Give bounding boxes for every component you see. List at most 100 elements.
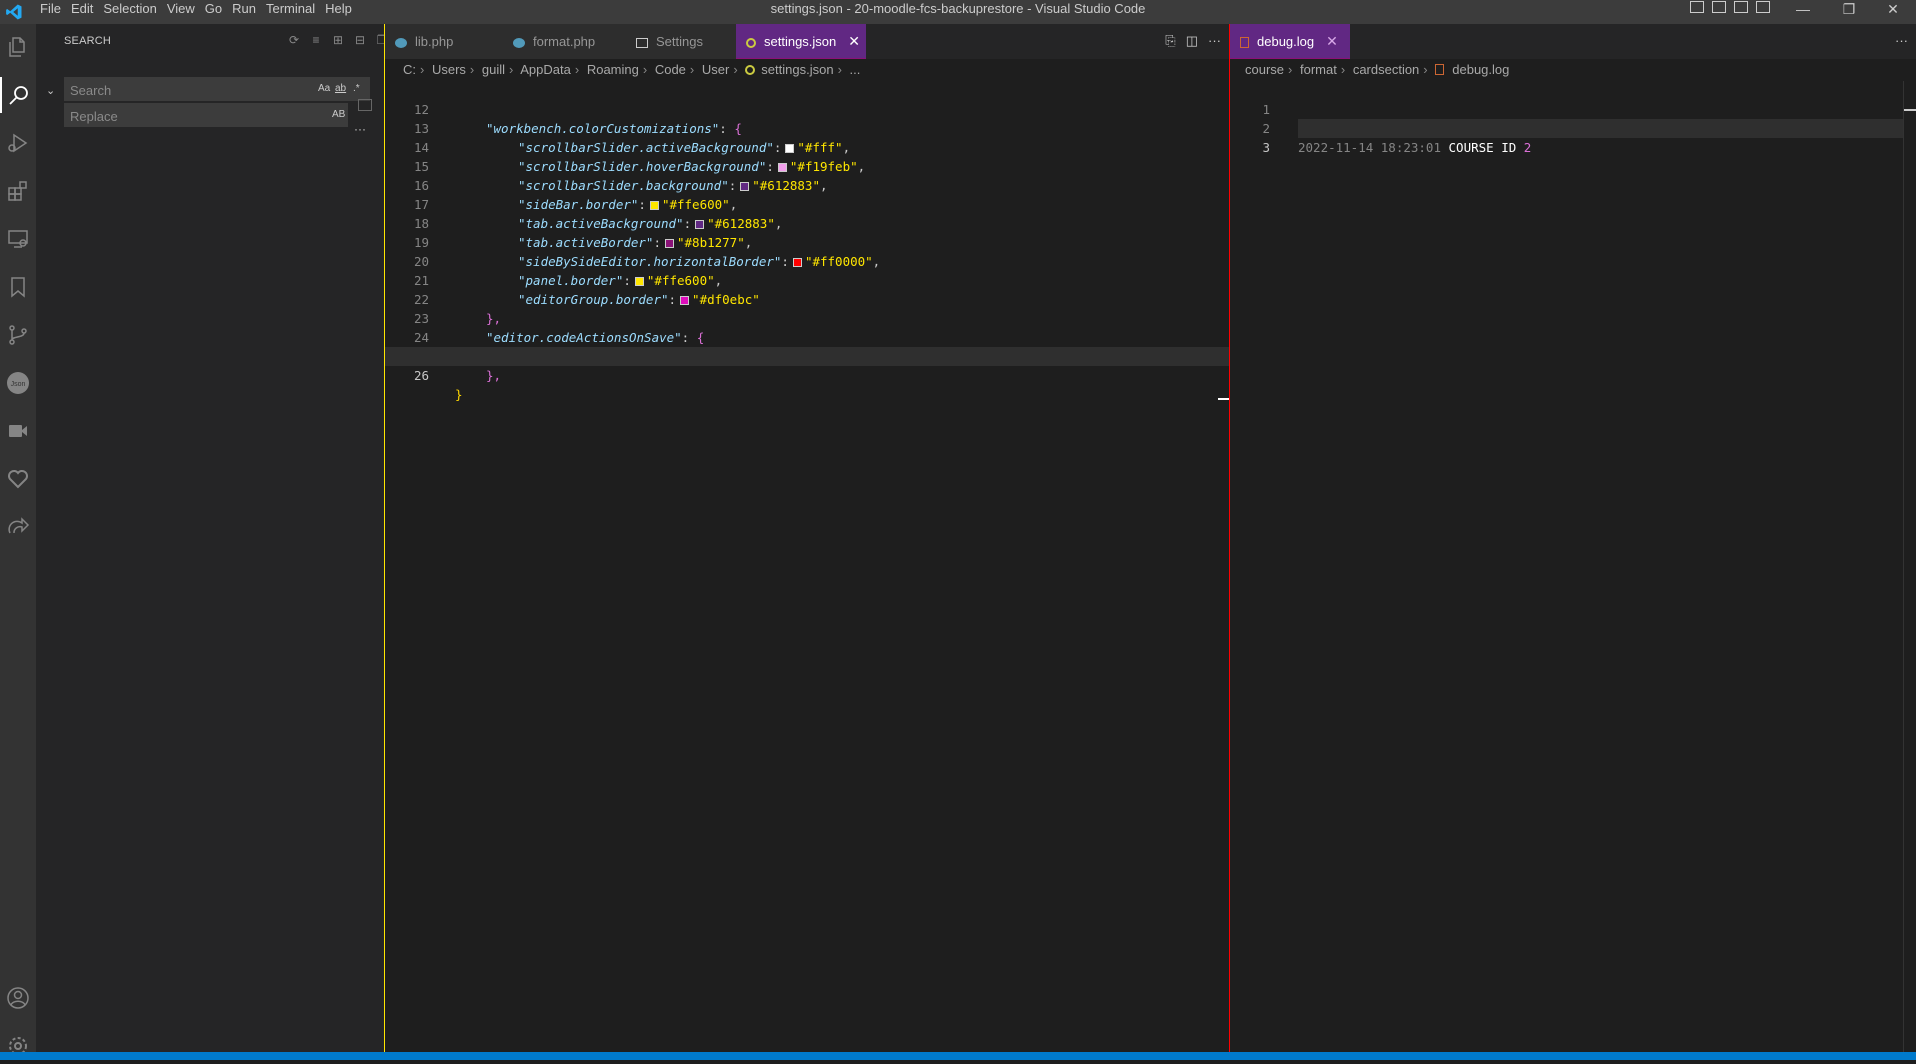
json-file-icon xyxy=(745,65,756,75)
match-whole-word-icon[interactable]: ab xyxy=(335,81,346,97)
remote-explorer-icon[interactable] xyxy=(0,221,36,257)
collapse-all-icon[interactable]: ⊟ xyxy=(352,32,368,48)
restore-button[interactable]: ❐ xyxy=(1826,0,1872,18)
log-timestamp: 2022-11-14 18:23:01 xyxy=(1298,140,1441,155)
close-window-button[interactable]: ✕ xyxy=(1870,0,1916,18)
breadcrumb: course › format › cardsection › debug.log xyxy=(1230,59,1509,81)
menu-file[interactable]: File xyxy=(40,0,69,24)
code-line: 19 "sideBySideEditor.horizontalBorder": "… xyxy=(385,214,1229,269)
menu-go[interactable]: Go xyxy=(205,0,230,24)
chevron-right-icon: › xyxy=(689,62,695,77)
source-control-icon[interactable] xyxy=(0,317,36,353)
php-icon xyxy=(513,37,525,48)
tab-label: debug.log xyxy=(1257,34,1315,49)
search-icon[interactable] xyxy=(0,77,36,113)
close-tab-icon[interactable]: ✕ xyxy=(1326,24,1338,59)
close-tab-icon[interactable]: ✕ xyxy=(848,24,860,59)
code-line: 21 "editorGroup.border": "#df0ebc" xyxy=(385,252,1229,307)
breadcrumb-item[interactable]: debug.log xyxy=(1452,62,1509,77)
breadcrumb-item[interactable]: Roaming xyxy=(587,62,639,77)
open-settings-ui-icon[interactable]: ⎘ xyxy=(1165,33,1175,49)
tab-settings[interactable]: Settings xyxy=(626,24,736,59)
vscode-logo-icon xyxy=(6,4,22,20)
preserve-case-icon[interactable]: AB xyxy=(332,107,345,123)
breadcrumb-item[interactable]: Code xyxy=(655,62,686,77)
more-options-icon[interactable]: ··· xyxy=(354,122,366,136)
editor-actions: ⎘ ◫ ··· xyxy=(1165,33,1221,49)
tab-settings-json[interactable]: settings.json ✕ xyxy=(736,24,866,59)
code-line: 14 "scrollbarSlider.hoverBackground": "#f… xyxy=(385,119,1229,174)
breadcrumb-item[interactable]: C: xyxy=(403,62,416,77)
live-share-icon[interactable] xyxy=(0,509,36,545)
menu-terminal[interactable]: Terminal xyxy=(266,0,323,24)
tab-label: format.php xyxy=(533,34,596,49)
more-actions-icon[interactable]: ··· xyxy=(1208,33,1221,49)
clear-results-icon[interactable]: ≡ xyxy=(308,32,324,48)
breadcrumb-item[interactable]: guill xyxy=(482,62,505,77)
vertical-scrollbar[interactable] xyxy=(1903,81,1916,1052)
breadcrumb-item[interactable]: cardsection xyxy=(1353,62,1419,77)
tab-label: Settings xyxy=(656,34,703,49)
tab-lib-php[interactable]: lib.php xyxy=(385,24,503,59)
heart-icon[interactable] xyxy=(0,461,36,497)
chevron-right-icon: › xyxy=(574,62,580,77)
toggle-sidebar-icon[interactable] xyxy=(1690,1,1704,13)
php-icon xyxy=(395,37,407,48)
bookmarks-icon[interactable] xyxy=(0,269,36,305)
minimize-button[interactable]: — xyxy=(1780,0,1826,18)
replace-input[interactable] xyxy=(64,103,302,129)
code-line: 16 "sideBar.border": "#ffe600", xyxy=(385,157,1229,212)
menu-view[interactable]: View xyxy=(167,0,203,24)
status-bar xyxy=(0,1052,1916,1060)
chevron-right-icon: › xyxy=(1340,62,1346,77)
match-case-icon[interactable]: Aa xyxy=(318,81,330,97)
json-file-icon xyxy=(746,37,756,48)
code-line: 12 "workbench.colorCustomizations": { xyxy=(385,81,1229,136)
video-icon[interactable] xyxy=(0,413,36,449)
breadcrumb-item[interactable]: format xyxy=(1300,62,1337,77)
new-search-editor-icon[interactable]: ⊞ xyxy=(330,32,346,48)
breadcrumb-item[interactable]: AppData xyxy=(520,62,571,77)
breadcrumb-item[interactable]: User xyxy=(702,62,729,77)
code-line: 24 xyxy=(385,309,1229,345)
tab-debug-log[interactable]: debug.log ✕ xyxy=(1230,24,1350,59)
activity-bar: Json xyxy=(0,24,36,1055)
title-bar: File Edit Selection View Go Run Terminal… xyxy=(0,0,1916,24)
toggle-secondary-sidebar-icon[interactable] xyxy=(1734,1,1748,13)
editor-group-left: lib.php format.php Settings settings.jso… xyxy=(384,24,1230,1052)
split-editor-icon[interactable]: ◫ xyxy=(1186,33,1198,49)
toggle-replace-icon[interactable]: ⌄ xyxy=(46,84,55,97)
tab-format-php[interactable]: format.php xyxy=(503,24,626,59)
customize-layout-icon[interactable] xyxy=(1756,1,1770,13)
use-regex-icon[interactable]: .* xyxy=(353,81,360,97)
code-line: 2 2022-11-14 18:23:01 COURSE ID 2 xyxy=(1230,100,1916,155)
refresh-icon[interactable]: ⟳ xyxy=(286,32,302,48)
extensions-icon[interactable] xyxy=(0,173,36,209)
explorer-icon[interactable] xyxy=(0,29,36,65)
menu-selection[interactable]: Selection xyxy=(103,0,164,24)
json-icon[interactable]: Json xyxy=(0,365,36,401)
chevron-right-icon: › xyxy=(1288,62,1293,77)
more-actions-icon[interactable]: ··· xyxy=(1895,33,1908,48)
run-debug-icon[interactable] xyxy=(0,125,36,161)
log-file-icon xyxy=(1240,37,1249,49)
sidebar-title: SEARCH xyxy=(64,35,112,47)
menu-help[interactable]: Help xyxy=(325,0,360,24)
toggle-panel-icon[interactable] xyxy=(1712,1,1726,13)
code-line: 1 xyxy=(1230,81,1916,117)
search-input[interactable] xyxy=(64,77,302,103)
replace-all-icon[interactable] xyxy=(358,99,372,111)
menu-run[interactable]: Run xyxy=(232,0,264,24)
editor-actions: ··· xyxy=(1895,33,1908,48)
code-line: 17 "tab.activeBackground": "#612883", xyxy=(385,176,1229,231)
tab-label: lib.php xyxy=(415,34,454,49)
code-line-current: 26 } xyxy=(385,347,1229,402)
breadcrumb-item[interactable]: Users xyxy=(432,62,466,77)
breadcrumb-item[interactable]: course xyxy=(1245,62,1284,77)
account-icon[interactable] xyxy=(0,980,36,1016)
menu-edit[interactable]: Edit xyxy=(71,0,101,24)
json-brace: }, xyxy=(486,368,502,383)
editor-group-right: debug.log ✕ ··· course › format › cardsecti… xyxy=(1229,24,1916,1052)
breadcrumb-item[interactable]: ... xyxy=(850,62,861,77)
breadcrumb-item[interactable]: settings.json xyxy=(761,62,833,77)
